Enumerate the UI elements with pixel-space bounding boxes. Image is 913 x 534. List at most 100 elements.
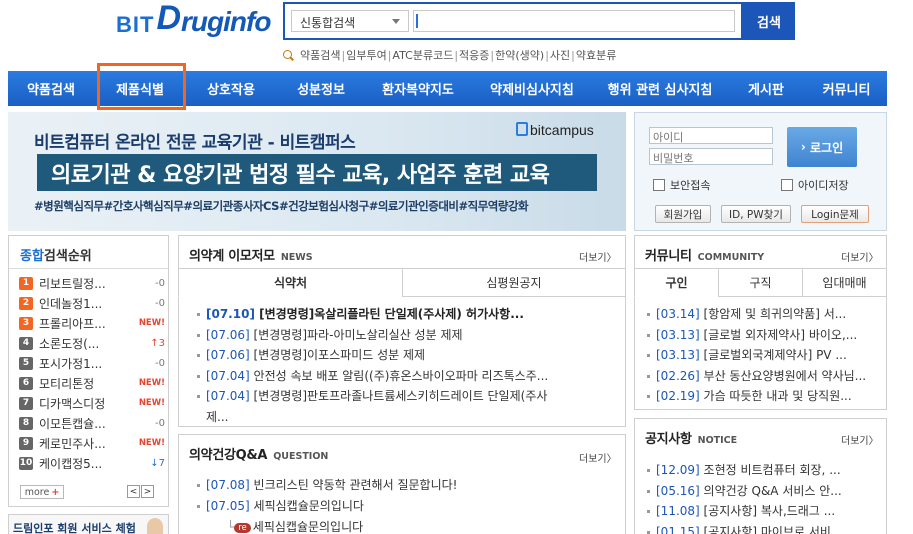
notice-item[interactable]: [05.16] 의약건강 Q&A 서비스 안... bbox=[647, 482, 879, 499]
quick-link-drug-search[interactable]: 약품검색 bbox=[300, 47, 340, 63]
news-text: [변경명령]이포스파미드 성분 제제 bbox=[253, 348, 426, 362]
rank-change: -0 bbox=[155, 277, 165, 289]
member-promo[interactable]: 드림인포 회원 서비스 체험 bbox=[8, 514, 169, 534]
nav-item-ingredient[interactable]: 성분정보 bbox=[276, 71, 366, 106]
quick-link-photo[interactable]: 사진 bbox=[550, 47, 570, 63]
community-item[interactable]: [02.19] 가슴 따듯한 내과 및 당직원... bbox=[647, 387, 879, 404]
community-item[interactable]: [03.13] [글로벌 외자제약사] 바이오,... bbox=[647, 326, 879, 343]
rank-row[interactable]: 1 리보트릴정... -0 bbox=[19, 274, 165, 292]
tab-job-seek[interactable]: 구직 bbox=[718, 268, 803, 297]
search-input[interactable] bbox=[413, 10, 735, 32]
nav-item-community[interactable]: 커뮤니티 bbox=[806, 71, 887, 106]
community-more-link[interactable]: 더보기〉 bbox=[841, 249, 879, 264]
nav-item-patient-guide[interactable]: 환자복약지도 bbox=[366, 71, 470, 106]
news-text: [변경명령]옥살리플라틴 단일제(주사제) 허가사항... bbox=[259, 307, 524, 321]
news-item[interactable]: [07.06] [변경명령]파라-아미노살리실산 성분 제제 bbox=[197, 326, 607, 343]
bullet-icon bbox=[647, 333, 650, 337]
find-id-pw-button[interactable]: ID, PW찾기 bbox=[721, 205, 791, 223]
banner-main-copy: 의료기관 & 요양기관 법정 필수 교육, 사업주 훈련 교육 bbox=[37, 154, 597, 191]
news-item[interactable]: [07.04] [변경명령]판토프라졸나트륨세스키히드레이트 단일제(주사 bbox=[197, 387, 607, 404]
notice-text: 조현정 비트컴퓨터 회장, ... bbox=[703, 463, 841, 477]
nav-item-drug-search[interactable]: 약품검색 bbox=[8, 71, 94, 106]
rank-number: 8 bbox=[19, 416, 33, 430]
rank-row[interactable]: 7 디카맥스디정 NEW! bbox=[19, 394, 165, 412]
tab-hira[interactable]: 심평원공지 bbox=[402, 268, 626, 297]
quick-link-atc[interactable]: ATC분류코드 bbox=[392, 47, 453, 63]
community-date: [02.19] bbox=[656, 389, 704, 403]
qa-reply-item[interactable]: └ re 세픽심캡슐문의입니다 bbox=[227, 518, 607, 534]
rank-drug-name: 모티리톤정 bbox=[39, 376, 95, 391]
nav-item-procedure-guide[interactable]: 행위 관련 심사지침 bbox=[594, 71, 726, 106]
login-button[interactable]: › 로그인 bbox=[787, 127, 857, 167]
rank-row[interactable]: 5 포시가정1... -0 bbox=[19, 354, 165, 372]
join-button[interactable]: 회원가입 bbox=[655, 205, 711, 223]
community-item[interactable]: [03.13] [글로벌외국계제약사] PV ... bbox=[647, 346, 879, 363]
news-text: 제... bbox=[206, 409, 229, 424]
news-item[interactable]: 제... bbox=[197, 408, 607, 425]
site-logo[interactable]: BIT D ruginfo bbox=[116, 0, 271, 38]
reply-badge: re bbox=[234, 522, 251, 533]
rank-more-button[interactable]: more + bbox=[20, 485, 64, 499]
id-field[interactable]: 아이디 bbox=[649, 127, 773, 144]
search-rank-panel: 종합검색순위 1 리보트릴정... -0 2 인데놀정1... -0 3 프롤리아프... NE… bbox=[8, 235, 169, 507]
qa-item[interactable]: [07.05] 세픽심캡슐문의입니다 bbox=[197, 497, 607, 514]
notice-item[interactable]: [01.15] [공지사항] 마이브로 서비... bbox=[647, 523, 879, 534]
rank-drug-name: 프롤리아프... bbox=[39, 316, 106, 331]
promo-banner[interactable]: 비트컴퓨터 온라인 전문 교육기관 - 비트캠퍼스 bitcampus 의료기관… bbox=[8, 112, 626, 231]
notice-item[interactable]: [12.09] 조현정 비트컴퓨터 회장, ... bbox=[647, 461, 879, 478]
community-item[interactable]: [02.26] 부산 동산요양병원에서 약사님... bbox=[647, 367, 879, 384]
logo-d: D bbox=[156, 0, 182, 37]
rank-change: NEW! bbox=[138, 318, 165, 328]
quick-link-indication[interactable]: 적응증 bbox=[459, 47, 489, 63]
quick-link-pregnancy[interactable]: 임부투여 bbox=[346, 47, 386, 63]
news-date: [07.10] bbox=[206, 307, 260, 321]
community-item[interactable]: [03.14] [항암제 및 희귀의약품] 서... bbox=[647, 305, 879, 322]
rank-next-button[interactable]: > bbox=[141, 485, 154, 498]
community-text: [글로벌외국계제약사] PV ... bbox=[703, 348, 847, 362]
plus-icon: + bbox=[51, 486, 60, 498]
tab-lease[interactable]: 임대매매 bbox=[802, 268, 887, 297]
quick-link-efficacy[interactable]: 약효분류 bbox=[576, 47, 616, 63]
chevron-right-icon: › bbox=[800, 140, 810, 154]
qa-item[interactable]: [07.08] 빈크리스틴 약동학 관련해서 질문합니다! bbox=[197, 476, 607, 493]
nav-item-board[interactable]: 게시판 bbox=[726, 71, 806, 106]
news-item[interactable]: [07.06] [변경명령]이포스파미드 성분 제제 bbox=[197, 346, 607, 363]
search-scope-value: 신통합검색 bbox=[300, 16, 356, 30]
login-problem-button[interactable]: Login문제 bbox=[801, 205, 869, 223]
news-more-link[interactable]: 더보기〉 bbox=[579, 249, 617, 264]
notice-item[interactable]: [11.08] [공지사항] 복사,드래그 ... bbox=[647, 502, 879, 519]
notice-more-link[interactable]: 더보기〉 bbox=[841, 432, 879, 447]
rank-drug-name: 인데놀정1... bbox=[39, 296, 103, 311]
rank-row[interactable]: 3 프롤리아프... NEW! bbox=[19, 314, 165, 332]
rank-row[interactable]: 6 모티리톤정 NEW! bbox=[19, 374, 165, 392]
nav-item-interaction[interactable]: 상호작용 bbox=[186, 71, 276, 106]
nav-item-review-guide[interactable]: 약제비심사지침 bbox=[470, 71, 594, 106]
search-button[interactable]: 검색 bbox=[743, 2, 795, 40]
search-scope-select[interactable]: 신통합검색 bbox=[291, 10, 409, 32]
bitcampus-logo-icon bbox=[516, 122, 528, 136]
rank-row[interactable]: 9 케로민주사... NEW! bbox=[19, 434, 165, 452]
rank-prev-button[interactable]: < bbox=[127, 485, 140, 498]
community-date: [03.13] bbox=[656, 348, 704, 362]
news-date: [07.06] bbox=[206, 327, 254, 342]
rank-row[interactable]: 4 소론도정(... ↑3 bbox=[19, 334, 165, 352]
community-text: [항암제 및 희귀의약품] 서... bbox=[703, 307, 847, 321]
tab-mfds[interactable]: 식약처 bbox=[178, 268, 403, 297]
rank-change: ↓7 bbox=[150, 457, 165, 469]
save-id-checkbox[interactable]: 아이디저장 bbox=[781, 177, 849, 193]
rank-number: 7 bbox=[19, 396, 33, 410]
rank-row[interactable]: 2 인데놀정1... -0 bbox=[19, 294, 165, 312]
qa-more-link[interactable]: 더보기〉 bbox=[579, 450, 617, 465]
rank-row[interactable]: 8 이모튼캡슐... -0 bbox=[19, 414, 165, 432]
secure-login-checkbox[interactable]: 보안접속 bbox=[653, 177, 710, 193]
news-item[interactable]: [07.10] [변경명령]옥살리플라틴 단일제(주사제) 허가사항... bbox=[197, 305, 607, 322]
quick-link-herbal[interactable]: 한약(생약) bbox=[495, 47, 544, 63]
news-item[interactable]: [07.04] 안전성 속보 배포 알림((주)휴온스바이오파마 리즈톡스주..… bbox=[197, 367, 607, 384]
password-field[interactable]: 비밀번호 bbox=[649, 148, 773, 165]
rank-row[interactable]: 10 케이캡정5... ↓7 bbox=[19, 454, 165, 472]
tab-job-offer[interactable]: 구인 bbox=[634, 268, 719, 297]
bullet-icon bbox=[197, 354, 200, 357]
chevron-down-icon bbox=[392, 19, 400, 24]
quick-links: 약품검색 | 임부투여 | ATC분류코드 | 적응증 | 한약(생약) | 사진 | 약효… bbox=[283, 46, 616, 64]
rank-drug-name: 리보트릴정... bbox=[39, 276, 106, 291]
